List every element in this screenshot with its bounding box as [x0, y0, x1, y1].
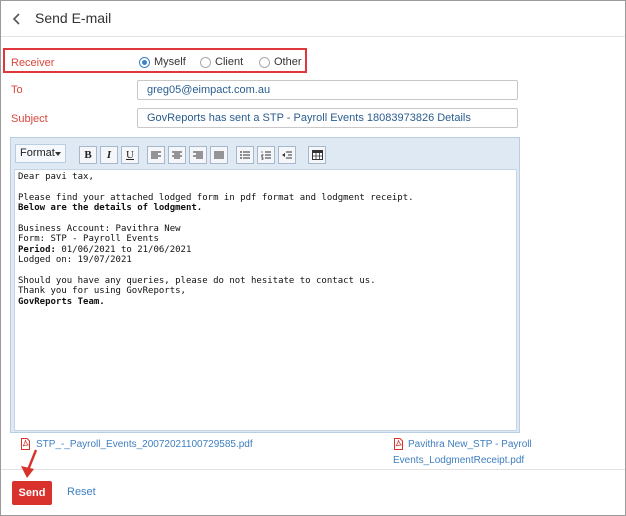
- header: Send E-mail: [1, 1, 625, 37]
- attachment-link-receipt-line2[interactable]: Events_LodgmentReceipt.pdf: [393, 454, 524, 468]
- subject-field[interactable]: GovReports has sent a STP - Payroll Even…: [137, 108, 518, 128]
- queries-text: Should you have any queries, please do n…: [18, 276, 376, 287]
- thanks-text: Thank you for using GovReports,: [18, 286, 186, 297]
- table-icon[interactable]: [308, 146, 326, 164]
- page-title: Send E-mail: [35, 10, 112, 26]
- to-field[interactable]: greg05@eimpact.com.au: [137, 80, 518, 100]
- radio-icon: [200, 56, 211, 68]
- attachment-link-receipt[interactable]: Pavithra New_STP - Payroll: [408, 438, 532, 452]
- radio-label: Myself: [154, 56, 186, 68]
- align-center-icon[interactable]: [168, 146, 186, 164]
- send-button[interactable]: Send: [12, 481, 52, 505]
- justify-icon[interactable]: [210, 146, 228, 164]
- format-label: Format: [20, 147, 55, 159]
- receiver-radio-client[interactable]: Client: [200, 55, 243, 69]
- radio-selected-icon: [139, 56, 150, 68]
- attachment-link-form[interactable]: STP_-_Payroll_Events_20072021100729585.p…: [36, 438, 253, 452]
- align-left-icon[interactable]: [147, 146, 165, 164]
- rich-text-editor: Format B I U Dear pavi tax, Please find …: [10, 137, 520, 433]
- period-label: Period:: [18, 244, 56, 255]
- pdf-icon: [394, 438, 403, 450]
- details-heading: Below are the details of lodgment.: [18, 203, 203, 214]
- chevron-left-icon[interactable]: [11, 11, 23, 27]
- lodged-on-text: Lodged on: 19/07/2021: [18, 255, 132, 266]
- bold-icon[interactable]: B: [79, 146, 97, 164]
- editor-toolbar: Format B I U: [14, 141, 516, 165]
- reset-link[interactable]: Reset: [67, 486, 96, 498]
- greeting-text: Dear pavi tax,: [18, 172, 94, 182]
- period-value: 01/06/2021 to 21/06/2021: [55, 244, 192, 255]
- signature-text: GovReports Team.: [18, 296, 105, 307]
- subject-label: Subject: [11, 113, 48, 125]
- format-dropdown[interactable]: Format: [15, 144, 66, 163]
- radio-icon: [259, 56, 270, 68]
- receiver-radio-other[interactable]: Other: [259, 55, 302, 69]
- align-right-icon[interactable]: [189, 146, 207, 164]
- intro-text: Please find your attached lodged form in…: [18, 192, 414, 203]
- caret-down-icon: [55, 152, 61, 156]
- radio-label: Other: [274, 56, 302, 68]
- underline-icon[interactable]: U: [121, 146, 139, 164]
- form-text: Form: STP - Payroll Events: [18, 234, 159, 245]
- editor-content[interactable]: Dear pavi tax, Please find your attached…: [14, 169, 517, 431]
- to-label: To: [11, 84, 23, 96]
- business-account-text: Business Account: Pavithra New: [18, 224, 181, 235]
- numbered-list-icon[interactable]: [257, 146, 275, 164]
- receiver-label: Receiver: [11, 57, 55, 69]
- remove-format-icon[interactable]: [278, 146, 296, 164]
- radio-label: Client: [215, 56, 244, 68]
- annotation-arrow-icon: [21, 449, 38, 478]
- receiver-radio-myself[interactable]: Myself: [139, 55, 186, 69]
- bullet-list-icon[interactable]: [236, 146, 254, 164]
- divider: [1, 469, 625, 470]
- italic-icon[interactable]: I: [100, 146, 118, 164]
